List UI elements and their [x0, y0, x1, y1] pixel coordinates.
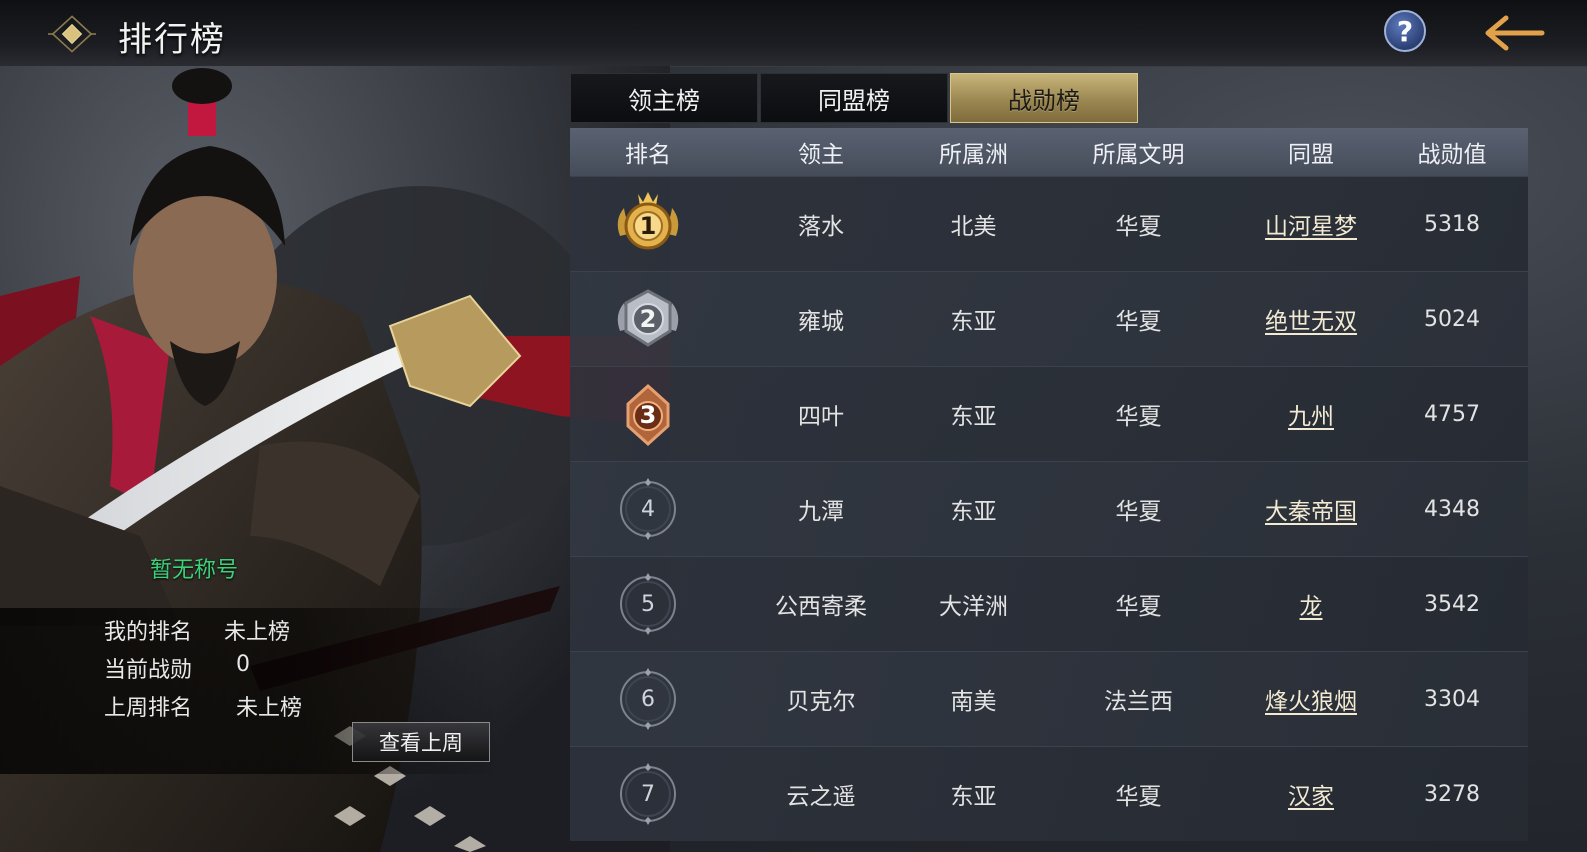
- table-row[interactable]: 6 贝克尔 南美 法兰西 烽火狼烟 3304: [570, 651, 1528, 746]
- table-row[interactable]: 1 落水 北美 华夏 山河星梦 5318: [570, 176, 1528, 271]
- last-week-rank-value: 未上榜: [236, 696, 303, 721]
- rank-number: 7: [641, 781, 655, 807]
- my-rank-label: 我的排名: [104, 620, 193, 645]
- rank-number: 3: [639, 401, 657, 429]
- tab-merit-ranking[interactable]: 战勋榜: [950, 73, 1138, 123]
- lord-name: 云之遥: [786, 784, 856, 810]
- table-row[interactable]: 2 雍城 东亚 华夏 绝世无双 5024: [570, 271, 1528, 366]
- column-header-lord: 领主: [798, 142, 844, 168]
- civilization: 法兰西: [1104, 689, 1173, 715]
- table-row[interactable]: 7 云之遥 东亚 华夏 汉家 3278: [570, 746, 1528, 841]
- tab-alliance-ranking[interactable]: 同盟榜: [760, 73, 948, 123]
- civilization: 华夏: [1115, 309, 1162, 335]
- civilization: 华夏: [1115, 404, 1162, 430]
- tab-lord-ranking[interactable]: 领主榜: [570, 73, 758, 123]
- view-last-week-button[interactable]: 查看上周: [352, 722, 490, 762]
- civilization: 华夏: [1115, 784, 1162, 810]
- table-header: 排名 领主 所属洲 所属文明 同盟 战勋值: [570, 128, 1528, 176]
- player-title-status: 暂无称号: [150, 558, 239, 583]
- column-header-score: 战勋值: [1417, 142, 1487, 168]
- rank-cell: 5: [570, 557, 726, 651]
- help-button[interactable]: ?: [1384, 10, 1426, 52]
- rank-number: 1: [639, 212, 657, 240]
- ranking-tabs: 领主榜 同盟榜 战勋榜: [570, 73, 1140, 123]
- back-button[interactable]: [1478, 12, 1548, 54]
- region: 大洋洲: [939, 594, 1008, 620]
- lord-name: 公西寄柔: [775, 594, 867, 620]
- region: 东亚: [950, 309, 997, 335]
- column-header-civilization: 所属文明: [1092, 142, 1185, 168]
- my-rank-row: 我的排名 未上榜: [104, 614, 290, 646]
- rank-number: 2: [639, 305, 657, 333]
- gold-medal-icon: 1: [608, 184, 688, 264]
- bronze-medal-icon: 3: [608, 374, 688, 454]
- lord-name: 雍城: [798, 309, 844, 335]
- current-score-value: 0: [236, 652, 250, 677]
- alliance-link[interactable]: 山河星梦: [1265, 207, 1357, 241]
- column-header-region: 所属洲: [939, 142, 1008, 168]
- my-rank-value: 未上榜: [224, 620, 291, 645]
- last-week-rank-row: 上周排名 未上榜: [104, 690, 302, 722]
- rank-ring-icon: 4: [617, 478, 679, 540]
- rank-cell: 4: [570, 462, 726, 556]
- question-icon: ?: [1396, 14, 1414, 48]
- rank-ring-icon: 6: [617, 668, 679, 730]
- region: 东亚: [950, 499, 997, 525]
- column-header-alliance: 同盟: [1288, 142, 1334, 168]
- merit-score: 3278: [1424, 781, 1480, 807]
- current-score-label: 当前战勋: [104, 658, 193, 683]
- rank-cell: 6: [570, 652, 726, 746]
- rank-number: 4: [641, 496, 655, 522]
- merit-score: 3542: [1424, 591, 1480, 617]
- alliance-link[interactable]: 龙: [1300, 587, 1323, 621]
- table-row[interactable]: 3 四叶 东亚 华夏 九州 4757: [570, 366, 1528, 461]
- lord-name: 落水: [798, 214, 844, 240]
- current-score-row: 当前战勋 0: [104, 652, 250, 684]
- alliance-link[interactable]: 汉家: [1288, 777, 1334, 811]
- merit-score: 5024: [1424, 306, 1480, 332]
- merit-score: 3304: [1424, 686, 1480, 712]
- last-week-rank-label: 上周排名: [104, 696, 193, 721]
- page-title: 排行榜: [118, 20, 226, 60]
- rank-ring-icon: 5: [617, 573, 679, 635]
- alliance-link[interactable]: 烽火狼烟: [1265, 682, 1357, 716]
- rank-cell: 3: [570, 367, 726, 461]
- table-row[interactable]: 5 公西寄柔 大洋洲 华夏 龙 3542: [570, 556, 1528, 651]
- rank-number: 5: [641, 591, 655, 617]
- rank-ring-icon: 7: [617, 763, 679, 825]
- diamond-emblem-icon: [48, 10, 96, 58]
- region: 东亚: [950, 404, 997, 430]
- civilization: 华夏: [1115, 499, 1162, 525]
- ranking-table: 排名 领主 所属洲 所属文明 同盟 战勋值 1 落水 北美 华夏 山河星梦 53…: [570, 128, 1528, 841]
- alliance-link[interactable]: 九州: [1288, 397, 1334, 431]
- civilization: 华夏: [1115, 214, 1162, 240]
- region: 南美: [950, 689, 997, 715]
- top-bar: 排行榜 ?: [0, 0, 1587, 67]
- region: 东亚: [950, 784, 997, 810]
- civilization: 华夏: [1115, 594, 1162, 620]
- back-arrow-icon: [1485, 15, 1545, 51]
- rank-cell: 7: [570, 747, 726, 841]
- alliance-link[interactable]: 绝世无双: [1265, 302, 1357, 336]
- rank-number: 6: [641, 686, 655, 712]
- alliance-link[interactable]: 大秦帝国: [1265, 492, 1357, 526]
- merit-score: 4757: [1424, 401, 1480, 427]
- silver-medal-icon: 2: [608, 279, 688, 359]
- lord-name: 四叶: [798, 404, 844, 430]
- merit-score: 5318: [1424, 211, 1480, 237]
- lord-name: 九潭: [798, 499, 844, 525]
- table-row[interactable]: 4 九潭 东亚 华夏 大秦帝国 4348: [570, 461, 1528, 556]
- merit-score: 4348: [1424, 496, 1480, 522]
- rank-cell: 2: [570, 272, 726, 366]
- column-header-rank: 排名: [625, 142, 671, 168]
- region: 北美: [950, 214, 997, 240]
- lord-name: 贝克尔: [786, 689, 856, 715]
- rank-cell: 1: [570, 177, 726, 271]
